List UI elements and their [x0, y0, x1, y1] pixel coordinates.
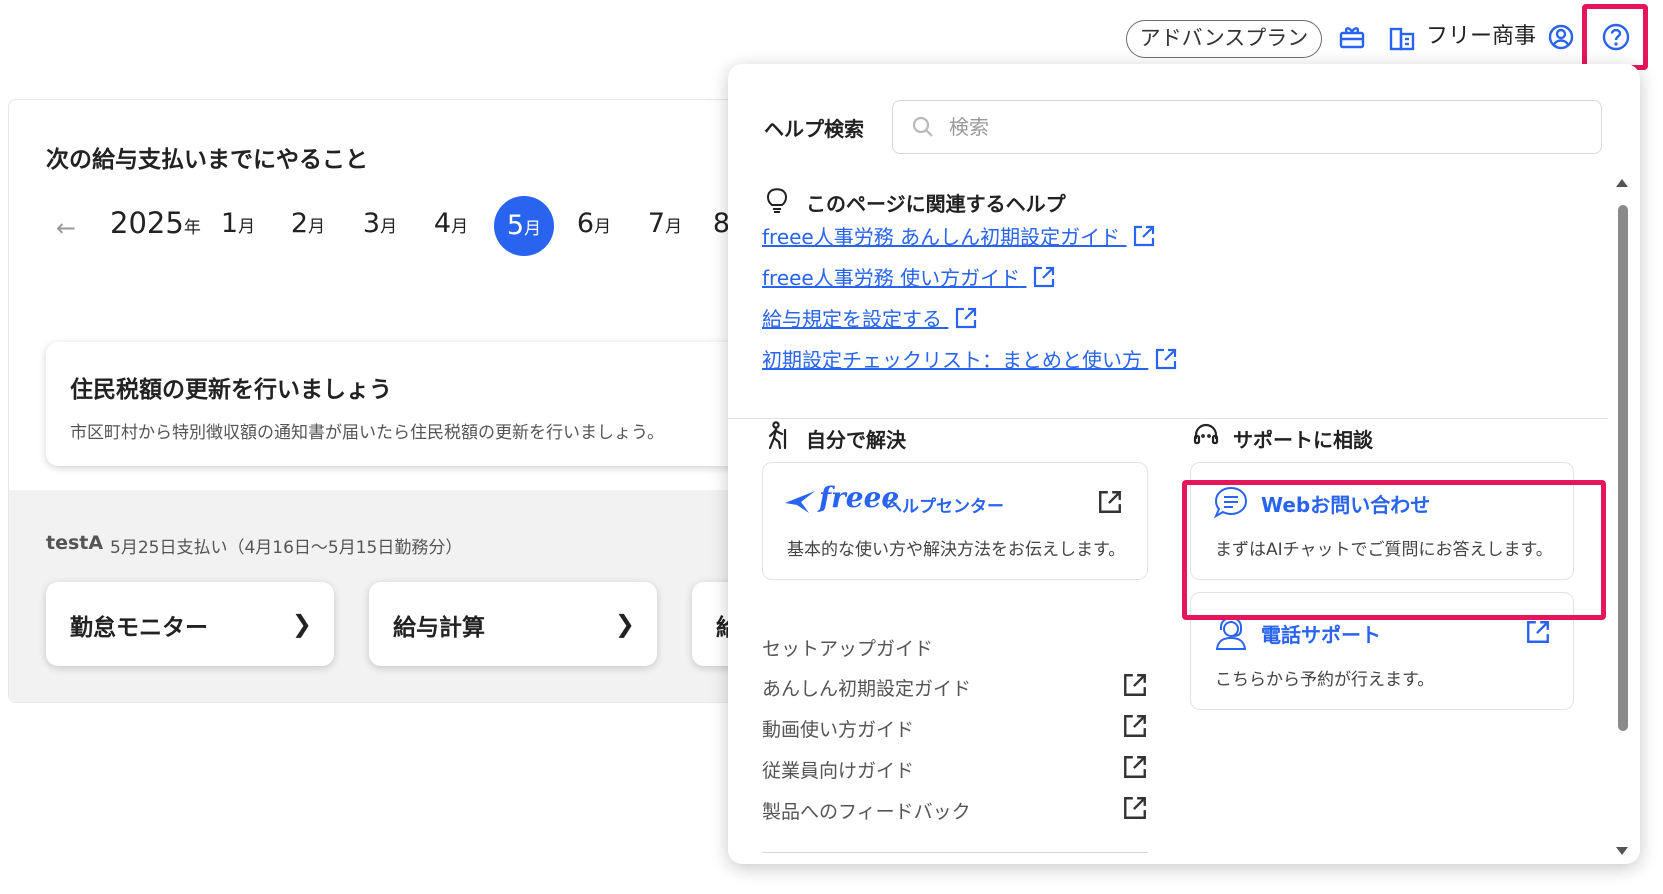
related-link-label: 給与規定を設定する — [762, 307, 942, 331]
help-search-box[interactable] — [892, 100, 1602, 154]
payline-desc: 5月25日支払い（4月16日〜5月15日勤務分） — [110, 538, 463, 558]
month-5-active[interactable]: 5月 — [494, 196, 554, 256]
help-button-highlight — [1582, 4, 1648, 70]
task-title: 住民税額の更新を行いましょう — [70, 377, 392, 403]
help-center-sub: ヘルプセンター — [885, 497, 1004, 517]
gift-icon[interactable] — [1337, 22, 1367, 52]
external-link-icon — [1122, 795, 1148, 821]
freee-bird-icon — [783, 487, 817, 515]
scrollbar-thumb[interactable] — [1618, 205, 1628, 731]
related-link-3[interactable]: 給与規定を設定する — [762, 303, 978, 332]
related-link-1[interactable]: freee人事労務 あんしん初期設定ガイド — [762, 221, 1156, 250]
divider — [728, 418, 1608, 419]
company-icon[interactable] — [1387, 23, 1417, 53]
step-label: 給与計算 — [393, 615, 485, 641]
guide-link-4[interactable]: 製品へのフィードバック — [762, 797, 1148, 824]
month-7[interactable]: 7月 — [635, 208, 695, 239]
operator-icon — [1213, 615, 1249, 651]
month-4[interactable]: 4月 — [421, 208, 481, 239]
web-inquiry-highlight — [1182, 480, 1606, 620]
help-search-input[interactable] — [949, 111, 1549, 143]
chevron-right-icon: ❯ — [291, 610, 312, 638]
external-link-icon — [1122, 672, 1148, 698]
related-link-label: freee人事労務 使い方ガイド — [762, 266, 1021, 290]
guide-label: 製品へのフィードバック — [762, 801, 971, 823]
external-link-icon — [1525, 619, 1551, 645]
help-popover: ヘルプ検索 このページに関連するヘルプ freee人事労務 あんしん初期設定ガイ… — [728, 64, 1640, 864]
plan-badge[interactable]: アドバンスプラン — [1126, 20, 1322, 58]
hiking-person-icon — [764, 420, 790, 450]
related-link-label: freee人事労務 あんしん初期設定ガイド — [762, 225, 1121, 249]
external-link-icon — [1134, 225, 1155, 247]
divider — [762, 852, 1148, 853]
month-1[interactable]: 1月 — [208, 208, 268, 239]
guide-link-3[interactable]: 従業員向けガイド — [762, 756, 1148, 783]
external-link-icon — [1122, 754, 1148, 780]
support-title: サポートに相談 — [1233, 428, 1373, 452]
step-label: 勤怠モニター — [70, 615, 208, 641]
year-label: 2025年 — [110, 206, 201, 240]
task-desc: 市区町村から特別徴収額の通知書が届いたら住民税額の更新を行いましょう。 — [70, 423, 664, 443]
payline-name: testA — [46, 532, 104, 554]
self-solve-title: 自分で解決 — [806, 428, 906, 452]
related-help-title: このページに関連するヘルプ — [806, 192, 1066, 216]
phone-support-desc: こちらから予約が行えます。 — [1215, 670, 1435, 690]
help-search-label: ヘルプ検索 — [764, 117, 864, 141]
search-icon — [911, 115, 935, 139]
external-link-icon — [1097, 489, 1123, 515]
task-card[interactable] — [46, 342, 776, 466]
guide-link-1[interactable]: あんしん初期設定ガイド — [762, 674, 1148, 701]
section-title: 次の給与支払いまでにやること — [46, 147, 368, 173]
external-link-icon — [1034, 266, 1055, 288]
headset-icon — [1192, 422, 1220, 450]
scroll-up-arrow-icon[interactable] — [1614, 176, 1630, 188]
guide-label: あんしん初期設定ガイド — [762, 678, 972, 700]
related-link-2[interactable]: freee人事労務 使い方ガイド — [762, 262, 1056, 291]
phone-support-title: 電話サポート — [1261, 623, 1381, 647]
chevron-right-icon: ❯ — [614, 610, 635, 638]
lightbulb-icon — [764, 186, 790, 214]
user-account-icon[interactable] — [1546, 22, 1576, 52]
month-6[interactable]: 6月 — [564, 208, 624, 239]
scroll-down-arrow-icon[interactable] — [1614, 846, 1630, 858]
guide-label: 動画使い方ガイド — [762, 719, 915, 741]
setup-guide-header: セットアップガイド — [762, 638, 934, 660]
month-3[interactable]: 3月 — [350, 208, 410, 239]
guide-link-2[interactable]: 動画使い方ガイド — [762, 715, 1148, 742]
guide-label: 従業員向けガイド — [762, 760, 915, 782]
arrow-left-icon[interactable]: ← — [56, 214, 76, 242]
related-link-label: 初期設定チェックリスト：まとめと使い方 — [762, 348, 1142, 372]
step-payroll-calc[interactable]: 給与計算 ❯ — [369, 582, 657, 666]
related-link-4[interactable]: 初期設定チェックリスト：まとめと使い方 — [762, 344, 1178, 373]
help-center-card[interactable]: freee ヘルプセンター 基本的な使い方や解決方法をお伝えします。 — [762, 462, 1148, 580]
help-center-desc: 基本的な使い方や解決方法をお伝えします。 — [787, 540, 1126, 560]
step-attendance-monitor[interactable]: 勤怠モニター ❯ — [46, 582, 334, 666]
month-2[interactable]: 2月 — [278, 208, 338, 239]
external-link-icon — [1156, 348, 1177, 370]
company-name[interactable]: フリー商事 — [1426, 22, 1536, 52]
external-link-icon — [1122, 713, 1148, 739]
external-link-icon — [956, 307, 977, 329]
